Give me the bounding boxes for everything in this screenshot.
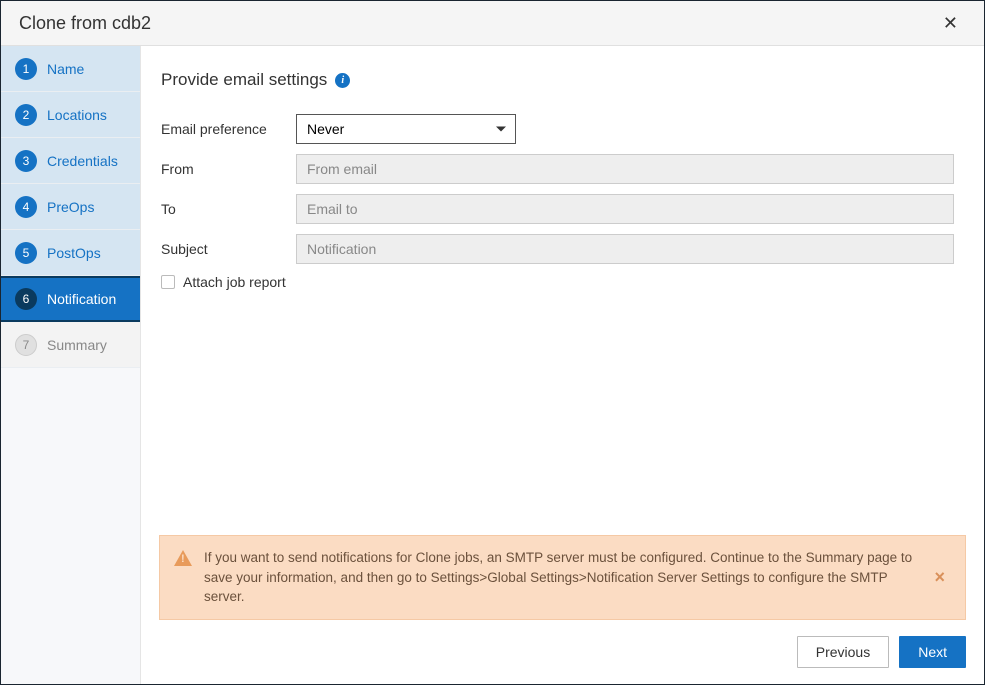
modal-title: Clone from cdb2 <box>19 13 151 34</box>
close-icon: × <box>934 567 945 587</box>
sidebar-item-credentials[interactable]: 3 Credentials <box>1 138 140 184</box>
modal-body: 1 Name 2 Locations 3 Credentials 4 PreOp… <box>1 46 984 684</box>
step-number: 2 <box>15 104 37 126</box>
step-number: 4 <box>15 196 37 218</box>
step-label: Name <box>47 61 84 77</box>
content-wrap: Provide email settings i Email preferenc… <box>141 46 984 684</box>
close-icon: ✕ <box>943 13 958 33</box>
label-attach-report: Attach job report <box>183 274 286 290</box>
step-number: 3 <box>15 150 37 172</box>
clone-wizard-modal: Clone from cdb2 ✕ 1 Name 2 Locations 3 C… <box>0 0 985 685</box>
to-input[interactable] <box>296 194 954 224</box>
alert-close-button[interactable]: × <box>928 567 951 588</box>
step-number: 7 <box>15 334 37 356</box>
row-email-preference: Email preference Never <box>161 114 954 144</box>
label-to: To <box>161 201 296 217</box>
row-to: To <box>161 194 954 224</box>
row-from: From <box>161 154 954 184</box>
step-label: PreOps <box>47 199 94 215</box>
label-email-preference: Email preference <box>161 121 296 137</box>
content-panel: Provide email settings i Email preferenc… <box>141 46 984 535</box>
wizard-sidebar: 1 Name 2 Locations 3 Credentials 4 PreOp… <box>1 46 141 684</box>
label-subject: Subject <box>161 241 296 257</box>
previous-button[interactable]: Previous <box>797 636 889 668</box>
section-title-text: Provide email settings <box>161 70 327 90</box>
modal-header: Clone from cdb2 ✕ <box>1 1 984 46</box>
wizard-footer: Previous Next <box>141 632 984 684</box>
sidebar-item-locations[interactable]: 2 Locations <box>1 92 140 138</box>
attach-report-checkbox[interactable] <box>161 275 175 289</box>
step-label: Locations <box>47 107 107 123</box>
section-title: Provide email settings i <box>161 70 954 90</box>
step-label: Summary <box>47 337 107 353</box>
info-icon[interactable]: i <box>335 73 350 88</box>
sidebar-item-name[interactable]: 1 Name <box>1 46 140 92</box>
warning-icon <box>174 550 192 566</box>
sidebar-item-summary[interactable]: 7 Summary <box>1 322 140 368</box>
subject-input[interactable] <box>296 234 954 264</box>
step-number: 1 <box>15 58 37 80</box>
from-input[interactable] <box>296 154 954 184</box>
smtp-warning-alert: If you want to send notifications for Cl… <box>159 535 966 620</box>
sidebar-item-postops[interactable]: 5 PostOps <box>1 230 140 276</box>
row-subject: Subject <box>161 234 954 264</box>
step-label: Notification <box>47 291 116 307</box>
alert-text: If you want to send notifications for Cl… <box>204 548 928 607</box>
email-preference-select[interactable]: Never <box>296 114 516 144</box>
sidebar-item-preops[interactable]: 4 PreOps <box>1 184 140 230</box>
email-preference-select-wrap: Never <box>296 114 516 144</box>
close-button[interactable]: ✕ <box>935 9 966 38</box>
step-label: PostOps <box>47 245 101 261</box>
label-from: From <box>161 161 296 177</box>
next-button[interactable]: Next <box>899 636 966 668</box>
step-number: 5 <box>15 242 37 264</box>
step-label: Credentials <box>47 153 118 169</box>
step-number: 6 <box>15 288 37 310</box>
row-attach-report: Attach job report <box>161 274 954 290</box>
sidebar-item-notification[interactable]: 6 Notification <box>1 276 140 322</box>
